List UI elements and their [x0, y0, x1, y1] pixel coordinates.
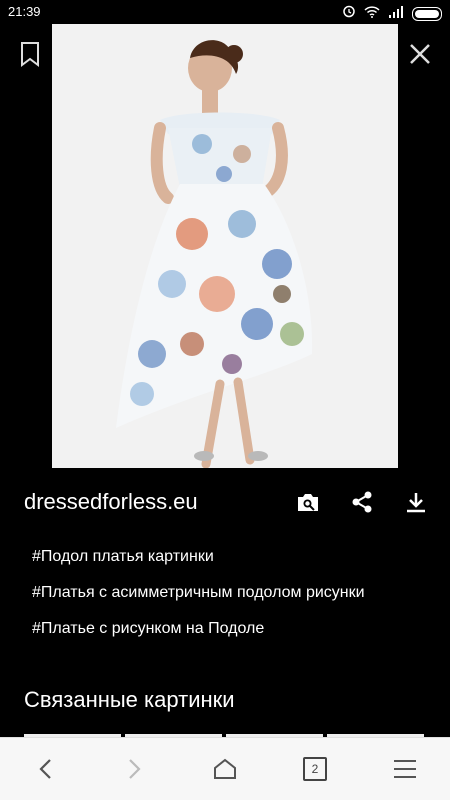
visual-search-button[interactable]: [296, 490, 320, 514]
share-icon: [352, 491, 372, 513]
bookmark-icon: [21, 42, 39, 67]
image-actions: [296, 490, 428, 514]
signal-icon: [388, 5, 404, 23]
chevron-left-icon: [39, 759, 51, 779]
menu-icon: [394, 760, 416, 778]
download-icon: [407, 493, 425, 513]
tag-item[interactable]: #Платье с рисунком на Подоле: [32, 617, 442, 653]
main-image[interactable]: [52, 24, 398, 468]
chevron-right-icon: [129, 759, 141, 779]
close-button[interactable]: [404, 38, 436, 70]
status-icons: [342, 4, 442, 23]
battery-icon: [412, 6, 442, 21]
home-icon: [214, 758, 236, 779]
tag-item[interactable]: #Подол платья картинки: [32, 545, 442, 581]
home-button[interactable]: [205, 749, 245, 789]
status-bar: 21:39: [0, 0, 450, 24]
related-images-heading: Связанные картинки: [24, 687, 235, 712]
tag-item[interactable]: #Платья с асимметричным подолом рисунки: [32, 581, 442, 617]
close-icon: [410, 44, 430, 64]
wifi-icon: [364, 5, 380, 23]
tabs-button[interactable]: 2: [295, 749, 335, 789]
forward-button[interactable]: [115, 749, 155, 789]
browser-bottom-bar: 2: [0, 737, 450, 800]
dress-photo: [52, 24, 398, 468]
status-time: 21:39: [8, 4, 41, 19]
source-domain-link[interactable]: dressedforless.eu: [24, 489, 198, 515]
alarm-icon: [342, 4, 356, 23]
tag-list: #Подол платья картинки #Платья с асиммет…: [32, 545, 442, 653]
menu-button[interactable]: [385, 749, 425, 789]
download-button[interactable]: [404, 490, 428, 514]
share-button[interactable]: [350, 490, 374, 514]
tabs-count: 2: [303, 757, 327, 781]
camera-search-icon: [298, 494, 318, 511]
back-button[interactable]: [25, 749, 65, 789]
bookmark-button[interactable]: [14, 38, 46, 70]
